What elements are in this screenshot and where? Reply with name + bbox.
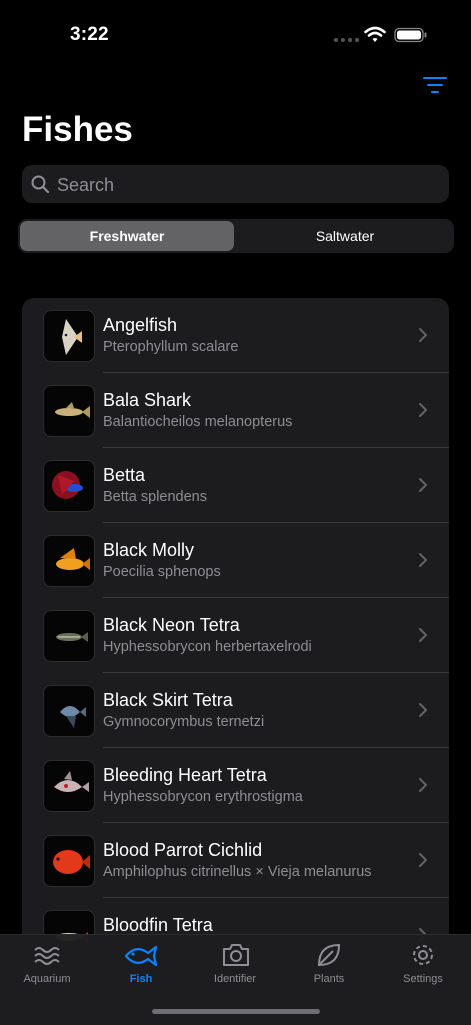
segment-saltwater[interactable]: Saltwater [238, 221, 452, 251]
fish-row-black-neon-tetra[interactable]: Black Neon Tetra Hyphessobrycon herberta… [22, 598, 449, 673]
fish-image-icon [52, 471, 83, 499]
fish-thumbnail [43, 610, 95, 662]
fish-thumbnail [43, 385, 95, 437]
chevron-right-icon [419, 628, 427, 642]
fish-row-bleeding-heart-tetra[interactable]: Bleeding Heart Tetra Hyphessobrycon eryt… [22, 748, 449, 823]
signal-icon [334, 38, 359, 42]
tab-label: Fish [129, 973, 153, 985]
chevron-right-icon [419, 328, 427, 342]
fish-scientific-name: Poecilia sphenops [103, 564, 221, 580]
fish-row-black-skirt-tetra[interactable]: Black Skirt Tetra Gymnocorymbus ternetzi [22, 673, 449, 748]
search-bar[interactable] [22, 165, 449, 205]
fish-name: Betta [103, 465, 146, 485]
tab-fish[interactable]: Fish [94, 935, 188, 995]
chevron-right-icon [419, 853, 427, 867]
battery-icon [394, 27, 427, 43]
filter-button[interactable] [420, 74, 450, 98]
fish-name: Bleeding Heart Tetra [103, 765, 267, 785]
fish-scientific-name: Betta splendens [103, 489, 207, 505]
home-indicator [152, 1009, 320, 1014]
fish-image-icon [53, 850, 90, 874]
fish-row-betta[interactable]: Betta Betta splendens [22, 448, 449, 523]
fish-thumbnail [43, 685, 95, 737]
tab-identifier[interactable]: Identifier [188, 935, 282, 995]
tab-label: Settings [403, 973, 443, 985]
tab-settings[interactable]: Settings [376, 935, 470, 995]
fish-name: Blood Parrot Cichlid [103, 840, 263, 860]
status-time: 3:22 [70, 24, 109, 45]
fish-icon [124, 945, 158, 967]
chevron-right-icon [419, 553, 427, 567]
camera-icon [223, 944, 249, 966]
chevron-right-icon [419, 778, 427, 792]
fish-scientific-name: Pterophyllum scalare [103, 339, 239, 355]
fish-thumbnail [43, 460, 95, 512]
search-input[interactable] [55, 165, 439, 205]
fish-name: Angelfish [103, 315, 178, 335]
fish-image-icon [62, 319, 82, 355]
fish-thumbnail [43, 535, 95, 587]
fish-scientific-name: Hyphessobrycon herbertaxelrodi [103, 639, 312, 655]
tab-label: Identifier [213, 973, 257, 985]
fish-thumbnail [43, 760, 95, 812]
segment-freshwater[interactable]: Freshwater [20, 221, 234, 251]
fish-image-icon [54, 771, 89, 792]
fish-name: Black Molly [103, 540, 195, 560]
gear-icon [413, 945, 433, 965]
tab-aquarium[interactable]: Aquarium [0, 935, 94, 995]
fish-name: Bala Shark [103, 390, 192, 410]
status-bar: 3:22 [0, 0, 471, 70]
waves-icon [34, 947, 60, 965]
fish-name: Bloodfin Tetra [103, 915, 213, 935]
fish-name: Black Neon Tetra [103, 615, 240, 635]
fish-image-icon [55, 402, 90, 418]
fish-scientific-name: Gymnocorymbus ternetzi [103, 714, 265, 730]
tab-label: Aquarium [23, 973, 71, 985]
leaf-icon [317, 943, 341, 967]
chevron-right-icon [419, 403, 427, 417]
tab-label: Plants [313, 973, 345, 985]
fish-image-icon [56, 548, 90, 570]
wifi-icon [364, 26, 386, 42]
fish-row-bala-shark[interactable]: Bala Shark Balantiocheilos melanopterus [22, 373, 449, 448]
fish-row-blood-parrot-cichlid[interactable]: Blood Parrot Cichlid Amphilophus citrine… [22, 823, 449, 898]
chevron-right-icon [419, 478, 427, 492]
fish-list: Angelfish Pterophyllum scalare Bala Shar… [22, 298, 449, 958]
tab-plants[interactable]: Plants [282, 935, 376, 995]
fish-scientific-name: Hyphessobrycon erythrostigma [103, 789, 303, 805]
fish-scientific-name: Amphilophus citrinellus × Vieja melanuru… [103, 864, 372, 880]
page-title: Fishes [22, 110, 133, 149]
fish-row-black-molly[interactable]: Black Molly Poecilia sphenops [22, 523, 449, 598]
fish-image-icon [56, 632, 88, 642]
search-icon [31, 175, 50, 194]
fish-scientific-name: Balantiocheilos melanopterus [103, 414, 293, 430]
fish-thumbnail [43, 310, 95, 362]
fish-thumbnail [43, 835, 95, 887]
water-type-segmented-control: Freshwater Saltwater [18, 219, 454, 253]
fish-row-angelfish[interactable]: Angelfish Pterophyllum scalare [22, 298, 449, 373]
fish-image-icon [60, 706, 86, 728]
fish-name: Black Skirt Tetra [103, 690, 233, 710]
chevron-right-icon [419, 703, 427, 717]
